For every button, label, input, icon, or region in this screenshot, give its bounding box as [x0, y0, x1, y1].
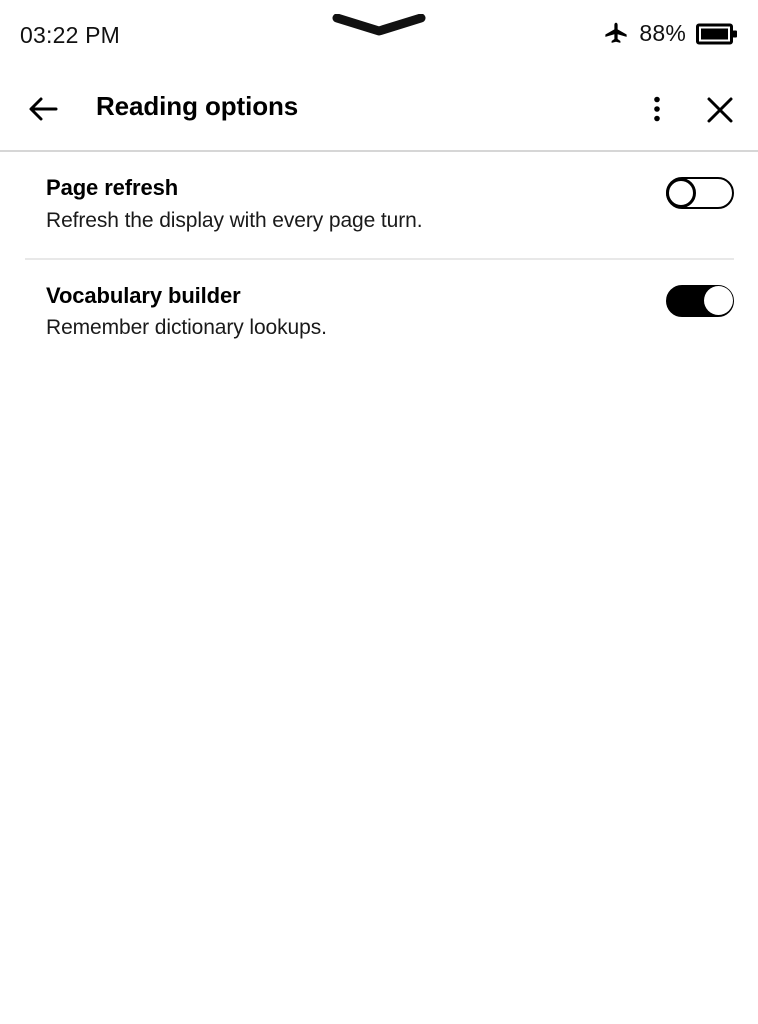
status-time: 03:22 PM [20, 22, 121, 48]
status-indicators: 88% [603, 20, 738, 47]
toggle-vocabulary-builder[interactable] [666, 284, 734, 317]
setting-row-vocabulary-builder[interactable]: Vocabulary builder Remember dictionary l… [0, 260, 758, 366]
close-x-icon[interactable] [702, 92, 738, 128]
battery-percentage: 88% [639, 20, 686, 46]
setting-description: Refresh the display with every page turn… [46, 208, 423, 232]
chevron-down-handle-icon[interactable] [331, 13, 427, 36]
battery-icon [696, 22, 738, 46]
setting-row-page-refresh[interactable]: Page refresh Refresh the display with ev… [0, 152, 758, 258]
toggle-knob [666, 178, 696, 208]
setting-text-group: Page refresh Refresh the display with ev… [46, 174, 423, 234]
setting-title: Vocabulary builder [46, 282, 241, 308]
toggle-page-refresh[interactable] [666, 177, 734, 209]
settings-list: Page refresh Refresh the display with ev… [0, 152, 758, 366]
status-bar: 03:22 PM 88% [0, 0, 758, 70]
setting-text-group: Vocabulary builder Remember dictionary l… [46, 282, 327, 342]
setting-title: Page refresh [46, 175, 179, 200]
arrow-left-icon[interactable] [26, 92, 60, 126]
more-vertical-icon[interactable] [640, 92, 674, 126]
app-header: Reading options [0, 70, 758, 150]
page-title: Reading options [96, 91, 299, 121]
setting-description: Remember dictionary lookups. [46, 316, 327, 340]
airplane-icon [603, 21, 629, 47]
